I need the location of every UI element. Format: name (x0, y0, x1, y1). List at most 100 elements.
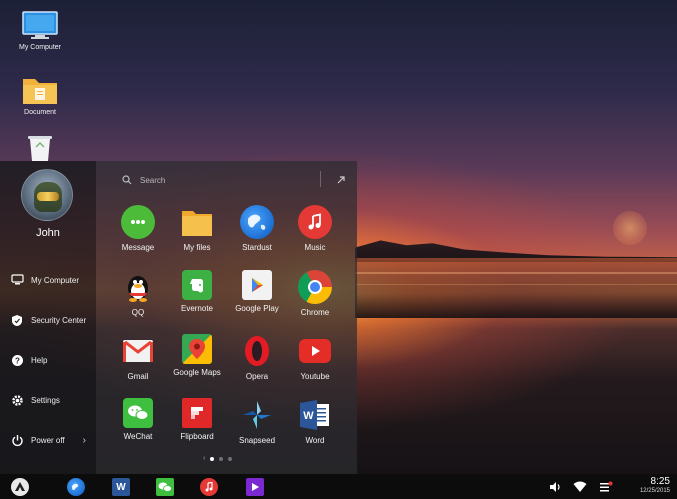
app-wechat[interactable]: WeChat (107, 398, 169, 441)
app-label: WeChat (123, 432, 153, 441)
app-flipboard[interactable]: Flipboard (166, 398, 228, 441)
search-icon (122, 174, 134, 186)
message-icon (121, 205, 155, 239)
flipboard-icon (182, 398, 212, 428)
desktop-icon-label: Document (24, 109, 56, 116)
app-message[interactable]: Message (107, 205, 169, 252)
opera-icon (240, 334, 274, 368)
sidebar-item-power-off[interactable]: Power off › (0, 429, 96, 451)
music-icon (298, 205, 332, 239)
app-label: Opera (245, 372, 269, 381)
monitor-icon (10, 273, 24, 287)
app-word[interactable]: W Word (284, 398, 346, 445)
gmail-icon (121, 334, 155, 368)
app-snapseed[interactable]: Snapseed (226, 398, 288, 445)
chrome-icon (298, 270, 332, 304)
sidebar-item-settings[interactable]: Settings (0, 389, 96, 411)
word-icon: W (116, 481, 126, 493)
avatar-visor (37, 192, 59, 201)
app-qq[interactable]: QQ (107, 270, 169, 317)
notifications-icon[interactable] (599, 480, 613, 494)
app-label: QQ (131, 308, 145, 317)
sidebar-item-label: Settings (31, 395, 60, 405)
expand-icon[interactable] (335, 174, 347, 186)
app-google-play[interactable]: Google Play (226, 270, 288, 313)
penguin-icon (121, 270, 155, 304)
folder-icon (23, 79, 57, 104)
wallpaper-sun-flare (613, 211, 647, 245)
app-label: Google Maps (173, 368, 221, 377)
app-label: Word (305, 436, 325, 445)
app-gmail[interactable]: Gmail (107, 334, 169, 381)
taskbar-app-video[interactable] (246, 478, 264, 496)
app-label: Gmail (127, 372, 149, 381)
page-dot-3[interactable] (228, 457, 233, 461)
wifi-icon[interactable] (573, 480, 587, 494)
app-label: Message (121, 243, 155, 252)
desktop-icon-document[interactable]: Document (10, 74, 70, 116)
sidebar-item-help[interactable]: ? Help (0, 349, 96, 371)
folder-icon (180, 205, 214, 239)
elephant-icon (182, 270, 212, 300)
clock-time[interactable]: 8:25 (630, 476, 670, 487)
sidebar-item-label: Help (31, 355, 48, 365)
globe-icon (240, 205, 274, 239)
page-dot-2[interactable] (219, 457, 224, 461)
taskbar-app-stardust[interactable] (67, 478, 85, 496)
app-stardust[interactable]: Stardust (226, 205, 288, 252)
sidebar-item-security-center[interactable]: Security Center (0, 309, 96, 331)
sidebar-item-label: My Computer (31, 275, 80, 285)
youtube-icon (299, 339, 331, 363)
app-google-maps[interactable]: Google Maps (166, 334, 228, 377)
app-opera[interactable]: Opera (226, 334, 288, 381)
taskbar-app-word[interactable]: W (112, 478, 130, 496)
taskbar-app-wechat[interactable] (156, 478, 174, 496)
page-prev-icon[interactable]: ‹ (203, 455, 205, 462)
sidebar-item-label: Security Center (31, 315, 87, 325)
start-menu-sidebar: John My Computer Security Center ? Help … (0, 161, 96, 474)
search-input[interactable]: Search (122, 171, 342, 189)
wallpaper-sea (355, 258, 677, 318)
app-music[interactable]: Music (284, 205, 346, 252)
app-label: Snapseed (238, 436, 276, 445)
page-indicator: ‹ (203, 455, 233, 462)
word-icon: W (298, 398, 332, 432)
snapseed-icon (240, 398, 274, 432)
wechat-icon (123, 398, 153, 428)
power-icon (10, 433, 24, 447)
app-label: Stardust (242, 243, 272, 252)
app-label: Music (304, 243, 326, 252)
app-label: Youtube (300, 372, 330, 381)
desktop-icon-my-computer[interactable]: My Computer (10, 11, 70, 51)
svg-text:?: ? (15, 356, 20, 365)
app-label: Google Play (235, 304, 279, 313)
volume-icon[interactable] (548, 480, 562, 494)
app-label: Chrome (300, 308, 330, 317)
desktop-icon-label: My Computer (18, 44, 61, 51)
play-store-icon (242, 270, 272, 300)
app-my-files[interactable]: My files (166, 205, 228, 252)
shield-icon (10, 313, 24, 327)
user-name: John (36, 227, 60, 239)
app-label: My files (183, 243, 211, 252)
svg-text:W: W (303, 410, 314, 422)
app-youtube[interactable]: Youtube (284, 334, 346, 381)
gear-icon (10, 393, 24, 407)
page-dot-1[interactable] (210, 457, 215, 461)
avatar[interactable] (21, 169, 73, 221)
monitor-icon (22, 11, 58, 39)
app-label: Evernote (180, 304, 214, 313)
taskbar-app-music[interactable] (200, 478, 218, 496)
start-logo-icon[interactable] (11, 478, 29, 496)
sidebar-item-label: Power off (31, 435, 65, 445)
recycle-bin-icon (28, 136, 52, 161)
maps-icon (182, 334, 212, 364)
app-evernote[interactable]: Evernote (166, 270, 228, 313)
search-placeholder: Search (140, 175, 166, 185)
chevron-right-icon: › (82, 434, 86, 446)
help-icon: ? (10, 353, 24, 367)
sidebar-item-my-computer[interactable]: My Computer (0, 269, 96, 291)
clock-date[interactable]: 12/25/2015 (624, 488, 670, 494)
taskbar: W 8:25 12/25/2015 (0, 474, 677, 499)
app-chrome[interactable]: Chrome (284, 270, 346, 317)
